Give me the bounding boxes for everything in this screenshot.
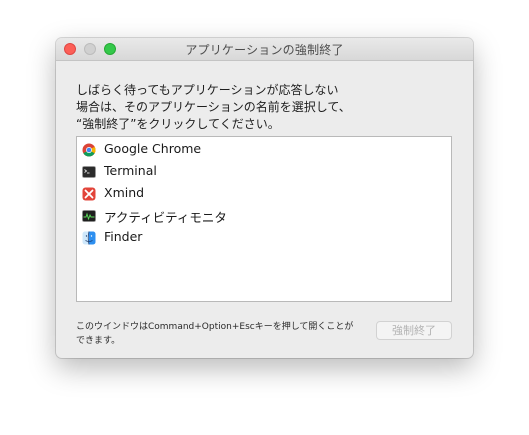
force-quit-window: アプリケーションの強制終了 しばらく待ってもアプリケーションが応答しない 場合は… [56, 38, 473, 358]
instructions-text: しばらく待ってもアプリケーションが応答しない 場合は、そのアプリケーションの名前… [76, 82, 456, 133]
list-item-xmind[interactable]: Xmind [77, 183, 451, 205]
app-name: Xmind [104, 185, 145, 200]
shortcut-note: このウインドウはCommand+Option+Escキーを押して開くことが でき… [76, 320, 366, 348]
xmind-icon [82, 187, 96, 201]
terminal-icon [82, 166, 96, 178]
title-bar[interactable]: アプリケーションの強制終了 [56, 38, 473, 61]
app-name: アクティビティモニタ [104, 210, 227, 225]
app-name: Google Chrome [104, 141, 202, 156]
chrome-icon [82, 143, 96, 157]
force-quit-button[interactable]: 強制終了 [376, 321, 452, 340]
instructions-line-3: “強制終了”をクリックしてください。 [76, 117, 280, 131]
finder-icon [82, 231, 96, 245]
list-item-finder[interactable]: Finder [77, 227, 451, 249]
shortcut-note-line-2: できます。 [76, 336, 121, 346]
list-item-google-chrome[interactable]: Google Chrome [77, 139, 451, 161]
application-list[interactable]: Google Chrome Terminal Xmind アクティビティモニタ … [76, 136, 452, 302]
window-title: アプリケーションの強制終了 [185, 43, 344, 57]
app-name: Finder [104, 229, 143, 244]
app-name: Terminal [104, 163, 157, 178]
activity-monitor-icon [82, 210, 96, 222]
instructions-line-1: しばらく待ってもアプリケーションが応答しない [76, 83, 339, 97]
list-item-activity-monitor[interactable]: アクティビティモニタ [77, 205, 451, 227]
list-item-terminal[interactable]: Terminal [77, 161, 451, 183]
instructions-line-2: 場合は、そのアプリケーションの名前を選択して、 [76, 100, 351, 114]
shortcut-note-line-1: このウインドウはCommand+Option+Escキーを押して開くことが [76, 322, 354, 332]
